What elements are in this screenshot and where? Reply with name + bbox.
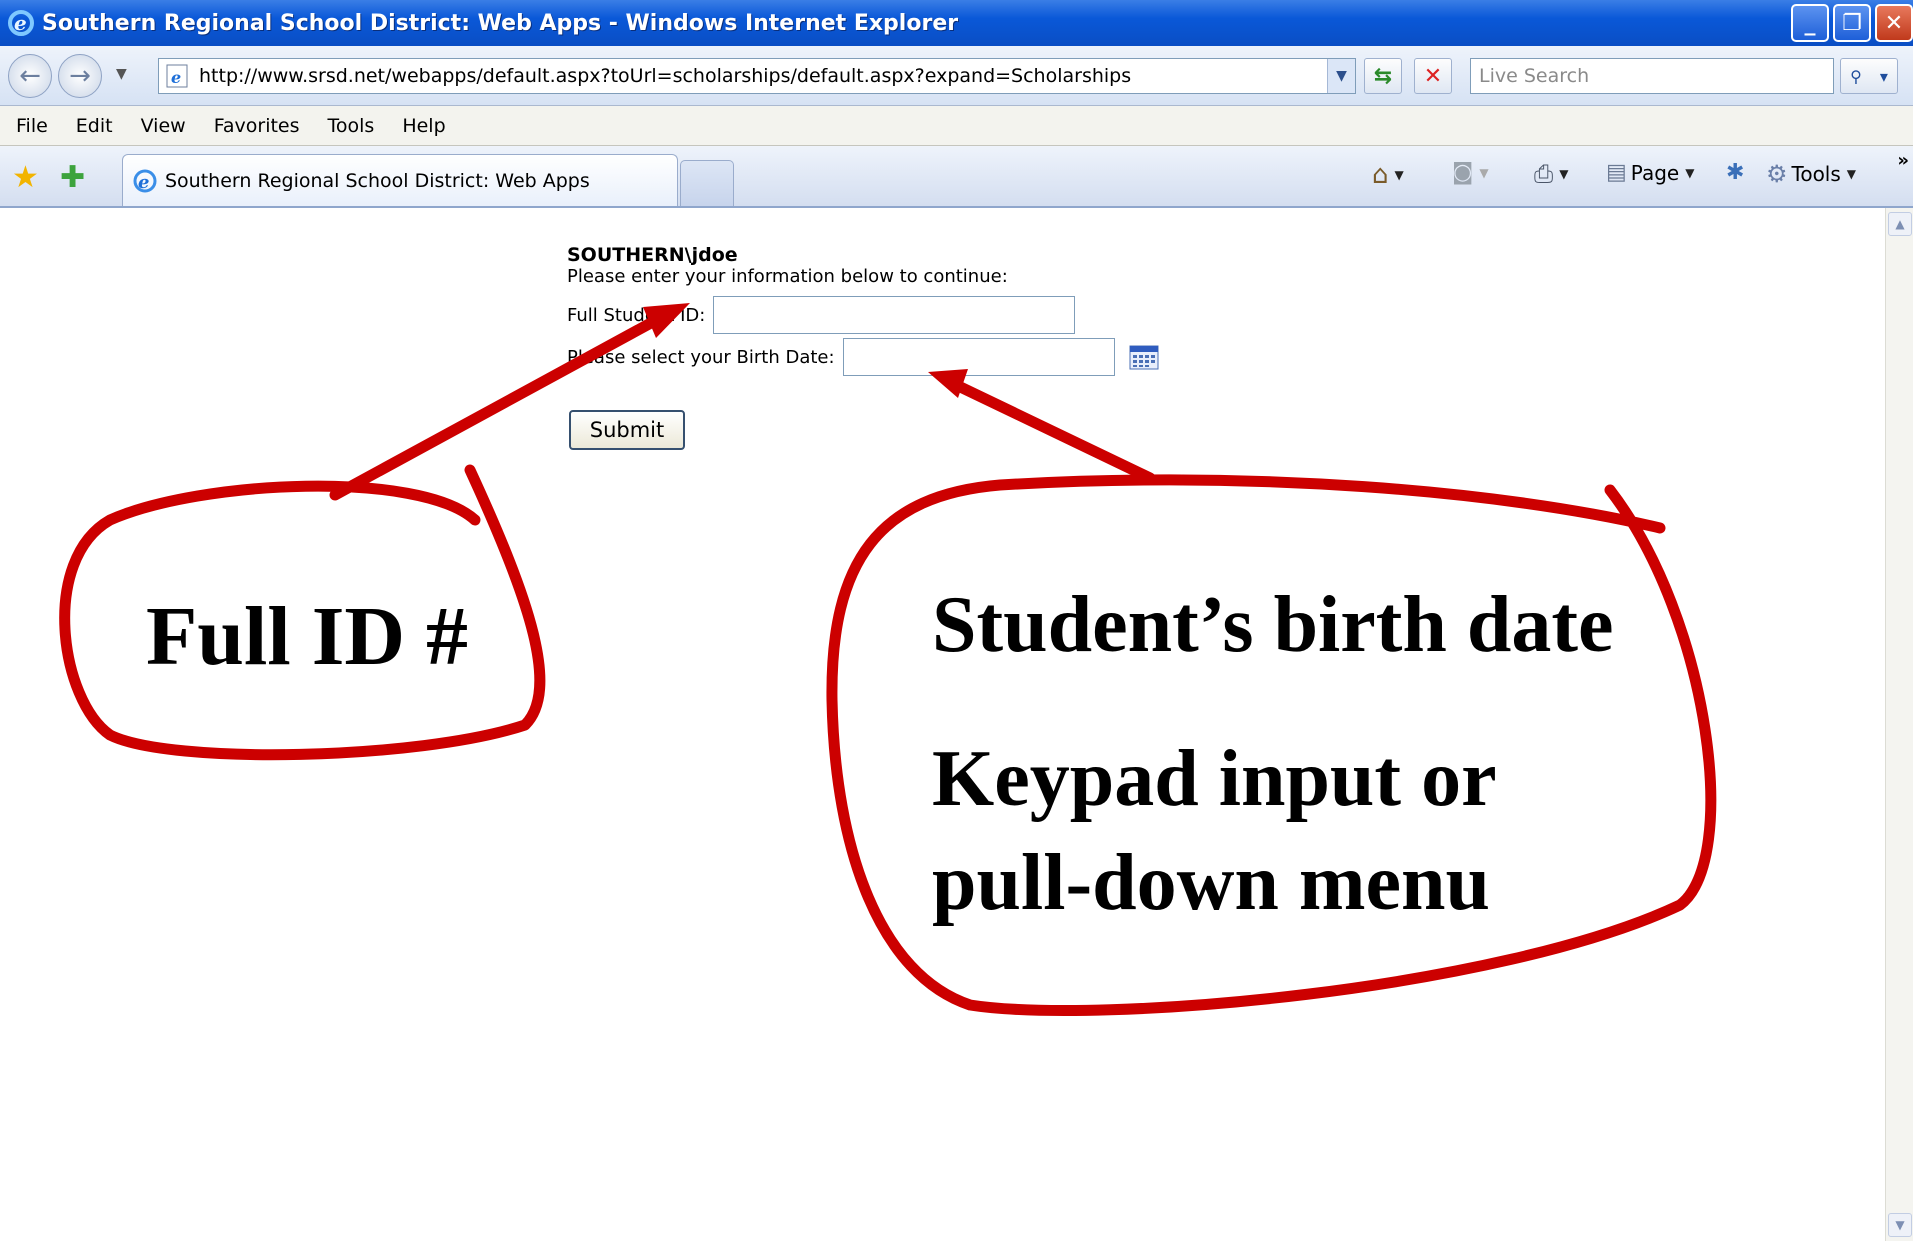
home-button[interactable]: ⌂ ▼ [1372, 160, 1404, 190]
refresh-icon: ⇆ [1373, 63, 1393, 89]
svg-text:e: e [171, 68, 181, 87]
refresh-button[interactable]: ⇆ [1364, 58, 1402, 94]
back-arrow-icon: ← [19, 61, 41, 91]
search-button[interactable]: ⚲ ▾ [1840, 58, 1898, 94]
research-button[interactable]: ✱ [1726, 160, 1744, 185]
page-dropdown-icon: ▼ [1685, 165, 1695, 180]
feeds-dropdown-icon[interactable]: ▼ [1479, 166, 1488, 180]
login-form: SOUTHERN\jdoe Please enter your informat… [567, 244, 1008, 287]
research-icon: ✱ [1726, 160, 1745, 185]
right-annotation-line3: pull-down menu [932, 839, 1490, 927]
menu-tools[interactable]: Tools [328, 115, 375, 137]
form-prompt: Please enter your information below to c… [567, 266, 1008, 287]
page-content: SOUTHERN\jdoe Please enter your informat… [0, 208, 1913, 1241]
search-icon: ⚲ [1850, 66, 1862, 86]
tab-label: Southern Regional School District: Web A… [165, 169, 590, 192]
print-dropdown-icon[interactable]: ▼ [1559, 167, 1568, 181]
birth-date-row: Please select your Birth Date: [567, 338, 1159, 376]
tab-bar: ★ ✚ e Southern Regional School District:… [0, 146, 1913, 208]
student-id-label: Full Student ID: [567, 304, 706, 326]
scroll-down-button[interactable]: ▼ [1888, 1213, 1912, 1237]
menu-file[interactable]: File [16, 115, 48, 137]
left-annotation-text: Full ID # [146, 590, 469, 683]
stop-icon: ✕ [1423, 63, 1443, 89]
toolbar-overflow-icon[interactable]: » [1897, 150, 1909, 171]
birth-date-input[interactable] [842, 338, 1115, 376]
add-favorite-icon[interactable]: ✚ [60, 160, 85, 195]
menu-favorites[interactable]: Favorites [214, 115, 300, 137]
calendar-icon[interactable] [1129, 344, 1159, 370]
forward-arrow-icon: → [69, 61, 91, 91]
home-dropdown-icon[interactable]: ▼ [1395, 168, 1404, 182]
student-id-row: Full Student ID: [567, 296, 1076, 334]
minimize-button[interactable]: _ [1791, 4, 1829, 42]
tools-dropdown-icon: ▼ [1846, 167, 1857, 181]
address-input[interactable]: e http://www.srsd.net/webapps/default.as… [158, 58, 1356, 94]
favorites-center-icon[interactable]: ★ [12, 160, 39, 195]
new-tab-button[interactable] [680, 160, 734, 206]
maximize-button[interactable]: ❐ [1833, 4, 1871, 42]
title-bar: e Southern Regional School District: Web… [0, 0, 1913, 46]
stop-button[interactable]: ✕ [1414, 58, 1452, 94]
svg-text:e: e [14, 11, 27, 35]
page-menu-label: Page [1630, 160, 1680, 185]
search-placeholder: Live Search [1479, 65, 1590, 87]
vertical-scrollbar[interactable]: ▲ ▼ [1885, 208, 1913, 1241]
window-title: Southern Regional School District: Web A… [42, 10, 959, 36]
address-toolbar: ← → ▼ e http://www.srsd.net/webapps/defa… [0, 46, 1913, 106]
feeds-button[interactable]: ◙ ▼ [1452, 160, 1489, 185]
menu-view[interactable]: View [141, 115, 186, 137]
student-id-input[interactable] [713, 296, 1076, 334]
page-ie-icon: e [166, 64, 188, 88]
right-annotation-line1: Student’s birth date [932, 581, 1614, 669]
back-button[interactable]: ← [8, 54, 52, 98]
ie-logo-icon: e [8, 10, 34, 36]
chevron-down-icon: ▼ [1336, 68, 1347, 84]
tools-menu-label: Tools [1791, 162, 1841, 186]
tab-ie-icon: e [133, 169, 157, 193]
tools-menu-button[interactable]: ⚙ Tools ▼ [1766, 160, 1856, 188]
rss-feed-icon: ◙ [1452, 160, 1474, 185]
print-button[interactable]: ⎙ ▼ [1534, 160, 1568, 188]
svg-text:e: e [138, 172, 149, 193]
forward-button[interactable]: → [58, 54, 102, 98]
close-window-button[interactable]: ✕ [1875, 4, 1913, 42]
recent-pages-dropdown[interactable]: ▼ [116, 66, 127, 82]
menu-edit[interactable]: Edit [76, 115, 113, 137]
page-menu-button[interactable]: ▤ Page ▼ [1606, 160, 1694, 185]
gear-icon: ⚙ [1766, 160, 1788, 188]
search-options-chevron-icon[interactable]: ▾ [1880, 67, 1888, 86]
tab-active[interactable]: e Southern Regional School District: Web… [122, 154, 678, 206]
submit-button[interactable]: Submit [569, 410, 685, 450]
printer-icon: ⎙ [1534, 160, 1554, 188]
address-url[interactable]: http://www.srsd.net/webapps/default.aspx… [199, 65, 1131, 87]
home-icon: ⌂ [1372, 160, 1389, 190]
scroll-up-button[interactable]: ▲ [1888, 212, 1912, 236]
birth-date-label: Please select your Birth Date: [567, 346, 835, 368]
address-dropdown-button[interactable]: ▼ [1327, 59, 1355, 93]
menu-help[interactable]: Help [402, 115, 445, 137]
search-input[interactable]: Live Search [1470, 58, 1834, 94]
right-annotation-line2: Keypad input or [932, 735, 1497, 823]
menu-bar: File Edit View Favorites Tools Help [0, 106, 1913, 146]
window-controls: _ ❐ ✕ [1791, 4, 1913, 42]
username-label: SOUTHERN\jdoe [567, 244, 738, 266]
page-icon: ▤ [1606, 160, 1627, 185]
